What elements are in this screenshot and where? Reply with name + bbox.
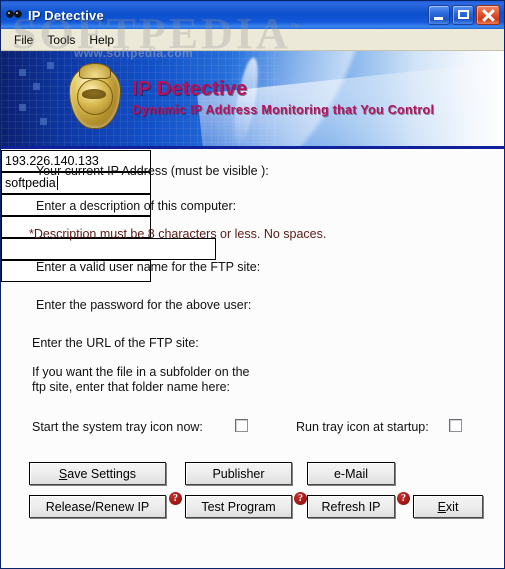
window-title: IP Detective	[28, 7, 104, 23]
menu-item-file[interactable]: File	[7, 31, 40, 49]
help-icon-release-renew[interactable]: ?	[169, 492, 182, 505]
release-renew-ip-button[interactable]: Release/Renew IP	[29, 495, 166, 518]
publisher-label: Publisher	[212, 466, 265, 481]
exit-rest: xit	[445, 499, 459, 514]
maximize-button[interactable]	[452, 5, 474, 25]
release-renew-ip-label: Release/Renew IP	[45, 499, 150, 514]
banner-square	[47, 62, 54, 69]
description-value: softpedia	[5, 176, 56, 190]
password-label: Enter the password for the above user:	[36, 298, 252, 312]
description-note-row: *Description must be 8 characters or les…	[29, 227, 326, 241]
banner-square	[19, 69, 26, 76]
main-window: IP Detective File Tools Help IP Detectiv…	[0, 0, 505, 569]
email-label: e-Mail	[333, 466, 369, 481]
header-banner: IP Detective Dynamic IP Address Monitori…	[1, 51, 504, 149]
badge-crest	[79, 63, 111, 79]
window-controls	[428, 5, 500, 25]
minimize-icon	[434, 17, 443, 20]
tray-startup-row: Run tray icon at startup:	[296, 420, 429, 434]
detective-badge-icon	[63, 63, 125, 137]
minimize-button[interactable]	[428, 5, 450, 25]
description-note: *Description must be 8 characters or les…	[29, 227, 327, 241]
maximize-icon	[458, 10, 469, 19]
subfolder-label-line1: If you want the file in a subfolder on t…	[32, 365, 250, 379]
tray-startup-checkbox[interactable]	[449, 419, 462, 432]
ftp-url-input[interactable]	[1, 238, 216, 260]
tray-now-label: Start the system tray icon now:	[32, 420, 203, 434]
help-icon-refresh-ip[interactable]: ?	[397, 492, 410, 505]
test-program-label: Test Program	[201, 499, 276, 514]
publisher-button[interactable]: Publisher	[185, 462, 292, 485]
field-row-password: Enter the password for the above user:	[36, 298, 251, 312]
exit-accel: E	[437, 499, 446, 514]
banner-title: IP Detective	[132, 78, 248, 100]
ip-address-label: Your current IP Address (must be visible…	[36, 164, 269, 178]
save-settings-label: Save Settings	[59, 467, 136, 481]
refresh-ip-button[interactable]: Refresh IP	[307, 495, 395, 518]
title-bar: IP Detective	[1, 1, 504, 29]
exit-button[interactable]: Exit	[413, 495, 483, 518]
subfolder-label: If you want the file in a subfolder on t…	[32, 365, 250, 395]
refresh-ip-label: Refresh IP	[321, 499, 381, 514]
exit-label: Exit	[438, 500, 459, 514]
save-settings-accel: S	[58, 466, 68, 481]
tray-startup-label: Run tray icon at startup:	[296, 420, 429, 434]
tray-now-row: Start the system tray icon now:	[32, 420, 203, 434]
description-label: Enter a description of this computer:	[36, 199, 237, 213]
menu-bar: File Tools Help	[1, 29, 504, 51]
menu-item-help[interactable]: Help	[82, 31, 121, 49]
detective-glasses-icon	[5, 6, 23, 24]
application-screenshot: IP Detective File Tools Help IP Detectiv…	[0, 0, 505, 569]
field-row-description: Enter a description of this computer:	[36, 199, 236, 213]
banner-square	[33, 83, 40, 90]
field-row-ftp-url: Enter the URL of the FTP site:	[32, 336, 199, 350]
field-row-ip-address: Your current IP Address (must be visible…	[36, 164, 269, 178]
ftp-url-label: Enter the URL of the FTP site:	[32, 336, 199, 350]
text-caret	[56, 176, 58, 190]
email-button[interactable]: e-Mail	[307, 462, 395, 485]
save-settings-rest: ave Settings	[67, 466, 137, 481]
menu-item-tools[interactable]: Tools	[40, 31, 82, 49]
banner-subtitle: Dynamic IP Address Monitoring that You C…	[132, 103, 435, 117]
form-area: Your current IP Address (must be visible…	[1, 149, 504, 568]
subfolder-label-line2: ftp site, enter that folder name here:	[32, 380, 231, 394]
save-settings-button[interactable]: Save Settings	[29, 462, 166, 485]
tray-now-checkbox[interactable]	[235, 419, 248, 432]
help-icon-test-program[interactable]: ?	[294, 492, 307, 505]
username-label: Enter a valid user name for the FTP site…	[36, 260, 261, 274]
field-row-username: Enter a valid user name for the FTP site…	[36, 260, 260, 274]
close-button[interactable]	[476, 5, 500, 25]
badge-eagle	[82, 89, 106, 99]
field-row-subfolder: If you want the file in a subfolder on t…	[32, 365, 250, 395]
banner-square	[40, 118, 47, 125]
banner-square	[19, 104, 26, 111]
test-program-button[interactable]: Test Program	[185, 495, 292, 518]
